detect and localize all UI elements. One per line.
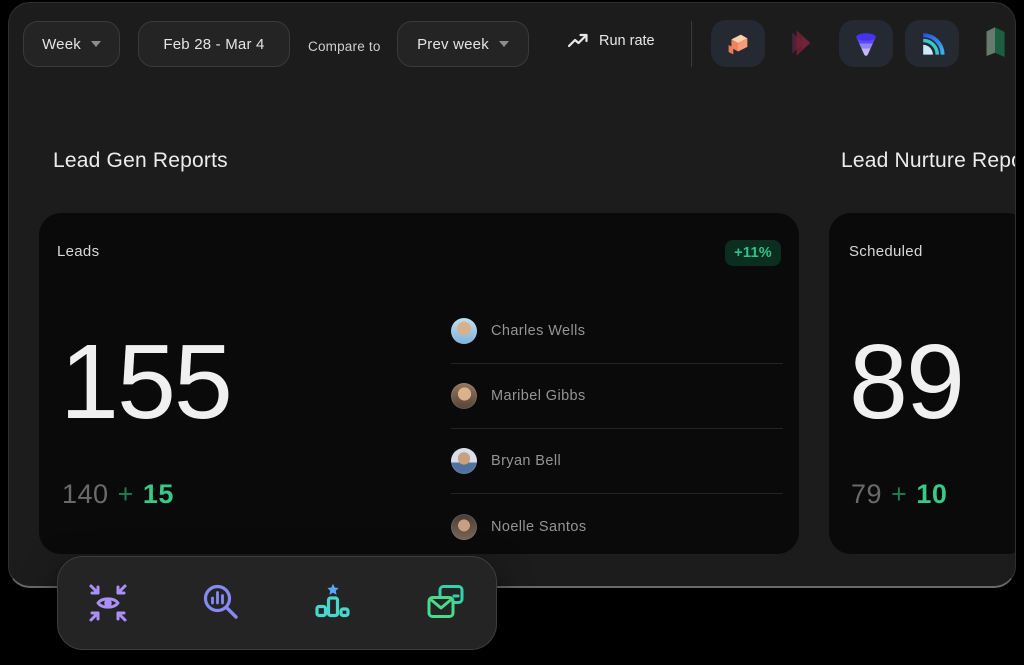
compare-selector[interactable]: Prev week <box>397 21 529 67</box>
section-title-lead-gen: Lead Gen Reports <box>53 149 228 173</box>
chevron-down-icon <box>499 41 509 47</box>
run-rate-toggle[interactable]: Run rate <box>567 33 655 49</box>
date-range-button[interactable]: Feb 28 - Mar 4 <box>138 21 290 67</box>
maroon-chevrons-icon <box>790 27 816 59</box>
delta-value: 10 <box>916 479 947 510</box>
floating-toolbar <box>57 556 497 650</box>
list-item[interactable]: Maribel Gibbs <box>451 364 783 429</box>
list-item[interactable]: Charles Wells <box>451 299 783 364</box>
leads-sub-metric: 140 + 15 <box>62 479 174 510</box>
scheduled-sub-metric: 79 + 10 <box>851 479 947 510</box>
period-selector-value: Week <box>42 36 81 53</box>
compare-to-label: Compare to <box>308 39 381 54</box>
scheduled-card: Scheduled 89 79 + 10 <box>829 213 1016 554</box>
list-item[interactable]: Bryan Bell <box>451 429 783 494</box>
topbar-divider <box>691 21 692 67</box>
leads-card: Leads +11% 155 140 + 15 Charles Wells Ma… <box>39 213 799 554</box>
mail-stack-button[interactable] <box>422 579 470 627</box>
plus-sign: + <box>118 479 134 510</box>
eye-focus-icon <box>86 581 130 625</box>
section-title-lead-nurture: Lead Nurture Reports <box>841 149 1016 173</box>
leads-value: 155 <box>60 329 231 435</box>
eye-focus-button[interactable] <box>84 579 132 627</box>
scheduled-value: 89 <box>849 329 963 435</box>
list-item[interactable]: Noelle Santos <box>451 494 783 559</box>
avatar <box>451 448 477 474</box>
avatar <box>451 318 477 344</box>
green-ribbon-icon <box>983 23 1007 57</box>
avatar <box>451 383 477 409</box>
funnel-icon <box>851 29 881 59</box>
previous-value: 140 <box>62 479 109 510</box>
person-name: Maribel Gibbs <box>491 388 586 404</box>
app-icon-button-5[interactable] <box>983 23 1007 57</box>
date-range-value: Feb 28 - Mar 4 <box>163 36 264 53</box>
period-selector[interactable]: Week <box>23 21 120 67</box>
run-rate-label: Run rate <box>599 33 655 49</box>
avatar <box>451 514 477 540</box>
app-icon-button-2[interactable] <box>790 27 816 59</box>
plus-sign: + <box>891 479 907 510</box>
app-icon-button-1[interactable] <box>711 20 765 67</box>
orange-cube-icon <box>723 29 753 59</box>
search-analytics-icon <box>199 581 243 625</box>
previous-value: 79 <box>851 479 882 510</box>
podium-star-button[interactable] <box>309 579 357 627</box>
person-name: Bryan Bell <box>491 453 561 469</box>
people-list: Charles Wells Maribel Gibbs Bryan Bell N… <box>451 299 783 559</box>
person-name: Charles Wells <box>491 323 585 339</box>
card-title: Leads <box>57 243 99 260</box>
quarter-arcs-icon <box>917 29 947 59</box>
search-analytics-button[interactable] <box>197 579 245 627</box>
podium-star-icon <box>311 581 355 625</box>
app-icon-button-4[interactable] <box>905 20 959 67</box>
trend-up-icon <box>567 33 589 49</box>
compare-selector-value: Prev week <box>417 36 489 53</box>
mail-stack-icon <box>424 581 468 625</box>
app-icon-button-3[interactable] <box>839 20 893 67</box>
chevron-down-icon <box>91 41 101 47</box>
delta-value: 15 <box>143 479 174 510</box>
card-title: Scheduled <box>849 243 923 260</box>
dashboard-window: Week Feb 28 - Mar 4 Compare to Prev week… <box>8 2 1016 588</box>
status-badge: +11% <box>725 240 781 266</box>
person-name: Noelle Santos <box>491 519 586 535</box>
